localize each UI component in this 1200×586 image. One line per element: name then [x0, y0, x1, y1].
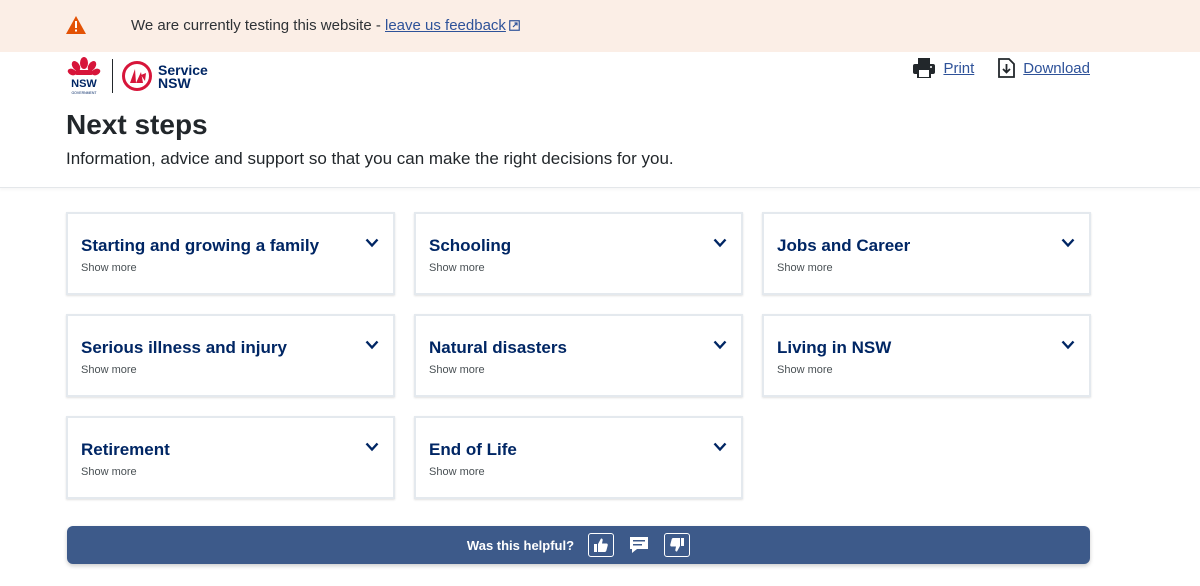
banner-message: We are currently testing this website - … — [131, 17, 520, 34]
card-title: Jobs and Career — [777, 236, 911, 255]
card-title: Living in NSW — [777, 338, 892, 357]
card-show-more: Show more — [429, 364, 485, 376]
comment-button[interactable] — [626, 533, 652, 557]
feedback-bar: Was this helpful? — [67, 526, 1090, 564]
svg-text:GOVERNMENT: GOVERNMENT — [71, 91, 97, 95]
nsw-government-logo: NSW GOVERNMENT — [67, 57, 101, 95]
card-title: Starting and growing a family — [81, 236, 320, 255]
card-show-more: Show more — [777, 364, 833, 376]
logo-group[interactable]: NSW GOVERNMENT Service NSW — [66, 56, 216, 96]
comment-icon — [630, 537, 649, 553]
topic-card-end-of-life[interactable]: End of Life Show more — [414, 416, 743, 499]
card-show-more: Show more — [81, 466, 137, 478]
header-actions: Print Download — [913, 58, 1090, 78]
card-show-more: Show more — [81, 364, 137, 376]
chevron-down-icon — [365, 340, 379, 350]
chevron-down-icon — [1061, 340, 1075, 350]
chevron-down-icon — [713, 238, 727, 248]
wordmark-line2: NSW — [158, 75, 191, 91]
topic-card-grid: Starting and growing a family Show more … — [66, 212, 1091, 499]
thumbs-down-icon — [670, 538, 685, 552]
logo-divider — [112, 59, 113, 93]
card-show-more: Show more — [429, 262, 485, 274]
topic-card-starting-and-growing-a-family[interactable]: Starting and growing a family Show more — [66, 212, 395, 295]
card-title: Serious illness and injury — [81, 338, 287, 357]
banner-text: We are currently testing this website - — [131, 17, 385, 34]
thumbs-down-button[interactable] — [664, 533, 691, 557]
topic-card-natural-disasters[interactable]: Natural disasters Show more — [414, 314, 743, 397]
service-nsw-mark-icon — [122, 61, 152, 91]
chevron-down-icon — [1061, 238, 1075, 248]
topic-card-living-in-nsw[interactable]: Living in NSW Show more — [762, 314, 1091, 397]
warning-icon — [66, 16, 86, 34]
topic-card-serious-illness-and-injury[interactable]: Serious illness and injury Show more — [66, 314, 395, 397]
chevron-down-icon — [713, 340, 727, 350]
svg-text:NSW: NSW — [71, 78, 97, 90]
test-banner: We are currently testing this website - … — [0, 0, 1200, 52]
feedback-label: Was this helpful? — [466, 537, 575, 553]
card-title: Schooling — [429, 236, 512, 255]
printer-icon — [913, 58, 936, 78]
service-nsw-wordmark: Service NSW — [158, 63, 208, 91]
print-button[interactable]: Print — [913, 58, 974, 78]
thumbs-up-button[interactable] — [588, 533, 615, 557]
card-show-more: Show more — [81, 262, 137, 274]
download-icon — [998, 58, 1016, 78]
page-subtitle: Information, advice and support so that … — [66, 149, 674, 168]
chevron-down-icon — [365, 238, 379, 248]
card-show-more: Show more — [429, 466, 485, 478]
external-link-icon — [509, 20, 520, 31]
feedback-link[interactable]: leave us feedback — [385, 17, 520, 34]
card-title: Retirement — [81, 440, 170, 459]
chevron-down-icon — [713, 442, 727, 452]
download-button[interactable]: Download — [998, 58, 1090, 78]
download-label: Download — [1023, 59, 1090, 77]
topic-card-schooling[interactable]: Schooling Show more — [414, 212, 743, 295]
thumbs-up-icon — [594, 538, 608, 552]
feedback-link-label: leave us feedback — [385, 17, 506, 34]
card-show-more: Show more — [777, 262, 833, 274]
topic-card-retirement[interactable]: Retirement Show more — [66, 416, 395, 499]
chevron-down-icon — [365, 442, 379, 452]
print-label: Print — [943, 59, 975, 77]
card-title: End of Life — [429, 440, 517, 459]
card-title: Natural disasters — [429, 338, 567, 357]
page-header: NSW GOVERNMENT Service NSW Print Downloa… — [0, 52, 1200, 188]
topic-card-jobs-and-career[interactable]: Jobs and Career Show more — [762, 212, 1091, 295]
page-title: Next steps — [66, 109, 208, 140]
